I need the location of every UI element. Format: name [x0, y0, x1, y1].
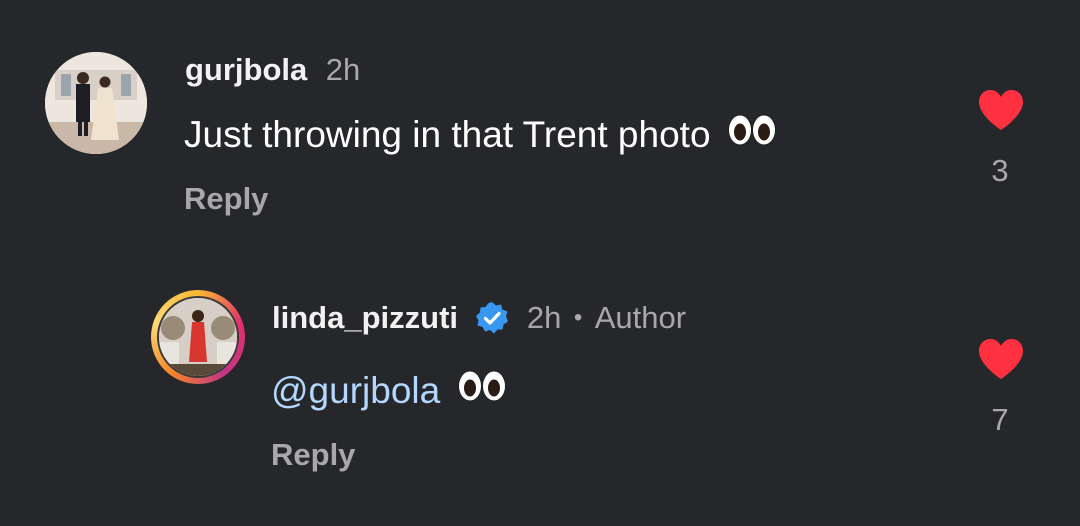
like-count: 3: [991, 153, 1009, 188]
comment-body: Just throwing in that Trent photo: [184, 114, 711, 155]
timestamp: 2h: [526, 300, 562, 335]
eyes-emoji-icon: [457, 368, 507, 413]
comment-header: gurjbola 2h: [185, 52, 360, 88]
avatar[interactable]: [157, 296, 239, 378]
like-count: 7: [991, 402, 1009, 437]
meta-separator: •: [573, 304, 583, 331]
heart-icon[interactable]: [977, 88, 1025, 132]
heart-icon[interactable]: [977, 337, 1025, 381]
comment-text: @gurjbola: [271, 370, 507, 413]
username[interactable]: linda_pizzuti: [272, 300, 458, 335]
comment-text: Just throwing in that Trent photo: [184, 114, 777, 157]
comment-header: linda_pizzuti 2h • Author: [272, 300, 686, 341]
timestamp: 2h: [325, 52, 361, 87]
username[interactable]: gurjbola: [185, 52, 307, 87]
reply-button[interactable]: Reply: [184, 181, 268, 217]
verified-badge-icon: [474, 300, 510, 341]
eyes-emoji-icon: [727, 112, 777, 157]
reply-button[interactable]: Reply: [271, 437, 355, 473]
mention-link[interactable]: @gurjbola: [271, 370, 440, 411]
author-badge: Author: [594, 300, 687, 335]
avatar[interactable]: [45, 52, 147, 154]
